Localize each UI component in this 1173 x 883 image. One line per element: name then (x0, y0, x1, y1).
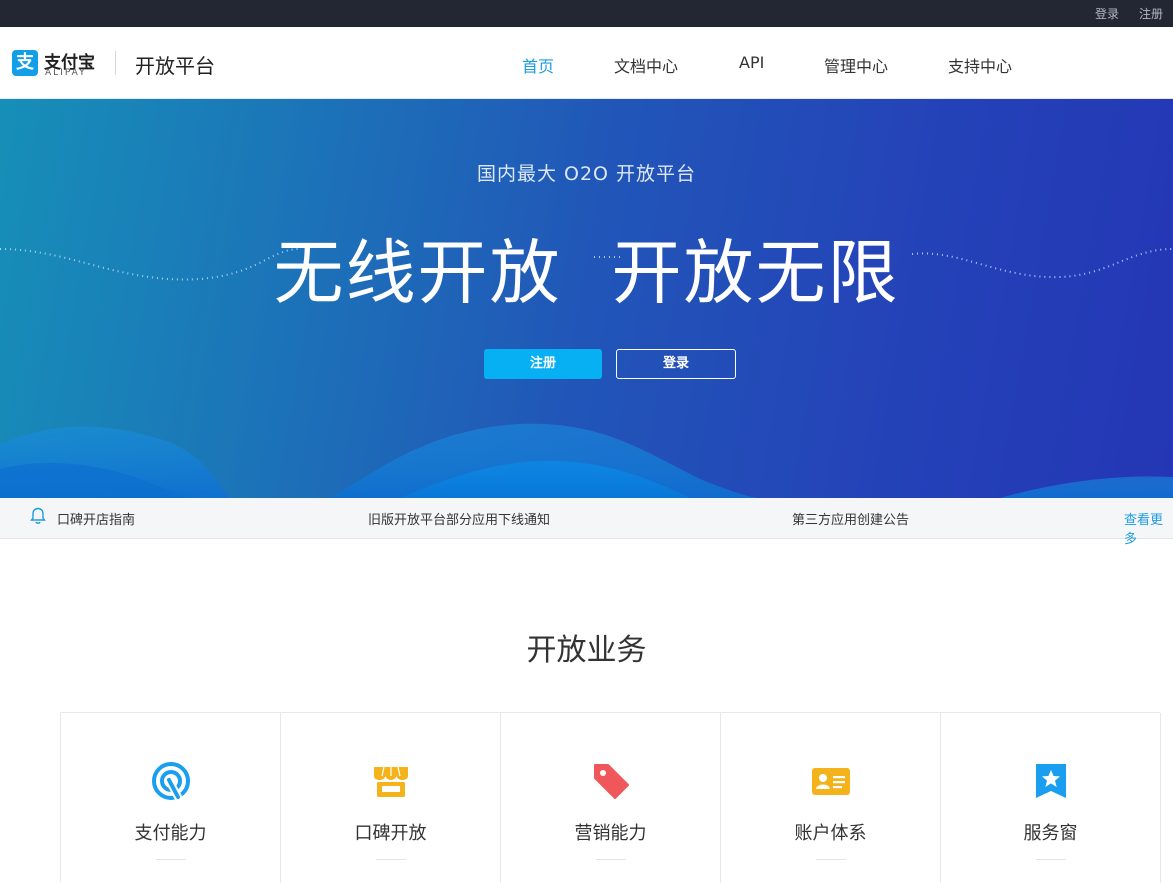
register-button[interactable]: 注册 (484, 349, 602, 379)
tag-icon (594, 764, 629, 799)
notice-bar: 口碑开店指南 旧版开放平台部分应用下线通知 第三方应用创建公告 查看更多 (0, 498, 1173, 547)
view-more-link[interactable]: 查看更多 (1124, 509, 1173, 547)
hero-subtitle: 国内最大 O2O 开放平台 (476, 163, 697, 185)
service-card-marketing[interactable]: 营销能力 (501, 713, 721, 883)
nav-home[interactable]: 首页 (522, 53, 554, 77)
notice-item[interactable]: 口碑开店指南 (57, 509, 135, 528)
payment-icon (152, 762, 190, 801)
site-header: 支 支付宝 ALIPAY 开放平台 首页 文档中心 API 管理中心 支持中心 (0, 27, 1173, 99)
service-card-account[interactable]: 账户体系 (721, 713, 941, 883)
notice-item[interactable]: 旧版开放平台部分应用下线通知 (368, 509, 550, 528)
hero-title-left: 无线开放 (273, 232, 562, 314)
storefront-icon (374, 766, 408, 797)
top-register-link[interactable]: 注册 (1139, 5, 1163, 22)
id-card-icon (812, 768, 850, 795)
login-button[interactable]: 登录 (616, 349, 736, 379)
service-card-payment[interactable]: 支付能力 (61, 713, 281, 883)
hero-title: 无线开放 开放无限 (0, 217, 1173, 318)
nav-manage[interactable]: 管理中心 (824, 53, 888, 77)
service-label: 支付能力 (134, 823, 207, 844)
top-login-link[interactable]: 登录 (1095, 5, 1119, 22)
service-label: 营销能力 (574, 823, 647, 844)
nav-docs[interactable]: 文档中心 (614, 53, 678, 77)
card-underline (1036, 859, 1066, 860)
service-card-koubei[interactable]: 口碑开放 (281, 713, 501, 883)
card-underline (816, 859, 846, 860)
alipay-logo-icon: 支 (12, 50, 38, 76)
card-underline (596, 859, 626, 860)
nav-api[interactable]: API (739, 53, 764, 72)
card-underline (376, 859, 406, 860)
platform-title[interactable]: 开放平台 (135, 50, 215, 79)
service-card-service-window[interactable]: 服务窗 (941, 713, 1161, 883)
nav-support[interactable]: 支持中心 (948, 53, 1012, 77)
service-label: 服务窗 (1023, 823, 1078, 844)
service-label: 账户体系 (794, 823, 867, 844)
service-label: 口碑开放 (354, 823, 427, 844)
notice-item[interactable]: 第三方应用创建公告 (792, 509, 909, 528)
logo-text-en: ALIPAY (45, 68, 87, 78)
top-bar: 登录 注册 (0, 0, 1173, 27)
service-cards: 支付能力 口碑开放 营销能力 账户体系 服务窗 (60, 712, 1161, 883)
hero-banner: 国内最大 O2O 开放平台 无线开放 开放无限 注册 登录 (0, 99, 1173, 498)
logo-divider (115, 51, 116, 75)
star-bookmark-icon (1036, 764, 1066, 798)
section-title: 开放业务 (526, 633, 647, 668)
hero-title-right: 开放无限 (611, 232, 900, 314)
bell-icon (30, 507, 46, 524)
card-underline (156, 859, 186, 860)
